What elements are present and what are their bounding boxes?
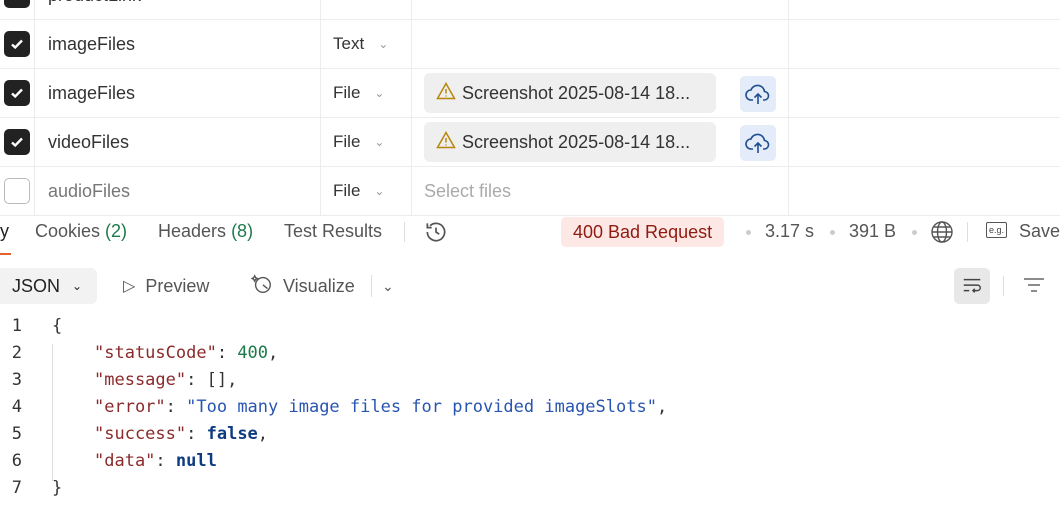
tab-cookies[interactable]: Cookies (2) xyxy=(35,221,127,242)
file-chip[interactable]: Screenshot 2025-08-14 18... xyxy=(424,122,716,162)
play-icon: ▷ xyxy=(123,278,136,295)
value-cell[interactable] xyxy=(412,20,789,68)
preview-button[interactable]: ▷ Preview xyxy=(123,268,209,304)
line-number: 2 xyxy=(11,343,22,363)
form-data-row: productLink Text ⌄ xyxy=(0,0,1060,20)
active-tab-indicator xyxy=(0,253,11,255)
chevron-down-icon: ⌄ xyxy=(72,279,83,293)
row-checkbox[interactable] xyxy=(4,0,30,8)
chevron-down-icon: ⌄ xyxy=(378,0,388,2)
indent-guide xyxy=(52,344,53,481)
type-label: File xyxy=(333,132,361,151)
save-response-button[interactable]: Save xyxy=(1019,221,1060,242)
dot xyxy=(746,230,751,235)
file-name: Screenshot 2025-08-14 18... xyxy=(462,82,691,103)
warning-icon xyxy=(436,81,456,105)
divider xyxy=(371,275,372,297)
upload-button[interactable] xyxy=(740,76,776,112)
type-select[interactable]: Text ⌄ xyxy=(321,20,412,68)
file-chip[interactable]: Screenshot 2025-08-14 18... xyxy=(424,73,716,113)
chevron-down-icon: ⌄ xyxy=(374,184,385,198)
response-tabs: y Cookies (2) Headers (8) Test Results 4… xyxy=(0,208,1060,256)
dot xyxy=(912,230,917,235)
file-name: Screenshot 2025-08-14 18... xyxy=(462,131,691,152)
code-line: "error": "Too many image files for provi… xyxy=(94,397,668,417)
key-text: imageFiles xyxy=(48,33,136,54)
divider xyxy=(404,222,405,242)
tab-body[interactable]: y xyxy=(0,221,9,242)
line-number: 4 xyxy=(11,397,22,417)
upload-button[interactable] xyxy=(740,125,776,161)
type-label: File xyxy=(333,83,361,102)
visualize-button[interactable]: Visualize xyxy=(250,268,355,304)
type-select[interactable]: File ⌄ xyxy=(321,69,412,117)
chevron-down-icon: ⌄ xyxy=(378,37,389,51)
key-text: videoFiles xyxy=(48,131,130,152)
row-checkbox[interactable] xyxy=(4,178,30,204)
form-data-row: videoFiles File ⌄ Screenshot 2025-08-14 1… xyxy=(0,118,1060,167)
type-label: Text xyxy=(333,0,364,5)
visualize-icon xyxy=(250,273,273,300)
key-cell[interactable]: videoFiles xyxy=(35,118,321,166)
line-number: 3 xyxy=(11,370,22,390)
key-cell[interactable]: imageFiles xyxy=(35,69,321,117)
tab-label: Cookies xyxy=(35,221,101,241)
type-select[interactable]: File ⌄ xyxy=(321,118,412,166)
globe-icon[interactable] xyxy=(930,220,954,249)
line-number: 1 xyxy=(11,316,22,336)
tab-headers[interactable]: Headers (8) xyxy=(158,221,253,242)
code-line: "statusCode": 400, xyxy=(94,343,279,363)
status-badge: 400 Bad Request xyxy=(561,217,725,247)
divider xyxy=(1003,276,1004,296)
filter-icon[interactable] xyxy=(1022,275,1046,302)
wrap-lines-button[interactable] xyxy=(954,268,990,304)
value-cell[interactable]: Screenshot 2025-08-14 18... xyxy=(412,69,789,117)
code-line: } xyxy=(52,478,63,498)
cloud-upload-icon xyxy=(745,133,770,153)
count: (8) xyxy=(231,221,254,241)
response-time: 3.17 s xyxy=(765,221,815,241)
more-chevron-icon[interactable]: ⌄ xyxy=(382,268,394,304)
line-number: 5 xyxy=(11,424,22,444)
warning-icon xyxy=(436,130,456,154)
key-text: audioFiles xyxy=(48,180,131,201)
line-number: 7 xyxy=(11,478,22,498)
tab-label: Headers xyxy=(158,221,227,241)
value-cell[interactable]: Screenshot 2025-08-14 18... xyxy=(412,118,789,166)
response-size: 391 B xyxy=(849,221,897,241)
key-text: imageFiles xyxy=(48,82,136,103)
type-label: File xyxy=(333,181,361,200)
code-line: "data": null xyxy=(94,451,217,471)
code-line: { xyxy=(52,316,63,336)
row-checkbox[interactable] xyxy=(4,31,30,57)
row-checkbox[interactable] xyxy=(4,80,30,106)
row-checkbox[interactable] xyxy=(4,129,30,155)
line-number: 6 xyxy=(11,451,22,471)
count: (2) xyxy=(105,221,128,241)
divider xyxy=(967,222,968,242)
format-label: JSON xyxy=(12,275,61,296)
value-cell[interactable] xyxy=(412,0,789,19)
preview-label: Preview xyxy=(145,275,210,296)
format-select[interactable]: JSON ⌄ xyxy=(0,268,97,304)
chevron-down-icon: ⌄ xyxy=(374,86,385,100)
history-icon[interactable] xyxy=(423,219,449,250)
example-icon: e.g. xyxy=(986,222,1008,238)
type-label: Text xyxy=(333,34,365,53)
code-line: "success": false, xyxy=(94,424,269,444)
key-cell[interactable]: imageFiles xyxy=(35,20,321,68)
visualize-label: Visualize xyxy=(283,275,355,296)
code-line: "message": [], xyxy=(94,370,238,390)
chevron-down-icon: ⌄ xyxy=(374,135,385,149)
wrap-icon xyxy=(963,278,981,293)
dot xyxy=(830,230,835,235)
type-select[interactable]: Text ⌄ xyxy=(321,0,412,19)
form-data-row: imageFiles Text ⌄ xyxy=(0,20,1060,69)
key-cell[interactable]: productLink xyxy=(35,0,321,19)
cloud-upload-icon xyxy=(745,84,770,104)
key-text: productLink xyxy=(48,0,141,6)
select-files-input[interactable]: Select files xyxy=(424,181,511,202)
form-data-row: imageFiles File ⌄ Screenshot 2025-08-14 1… xyxy=(0,69,1060,118)
tab-test-results[interactable]: Test Results xyxy=(284,221,382,242)
